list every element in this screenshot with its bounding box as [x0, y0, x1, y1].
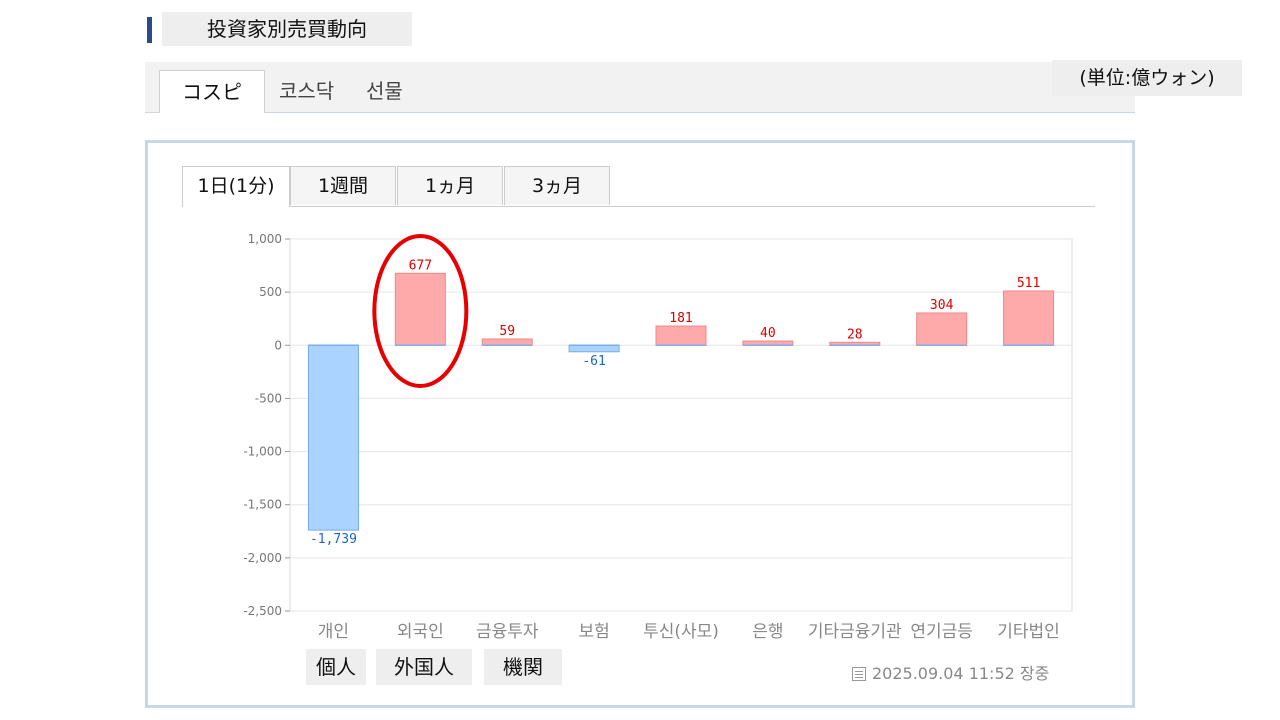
- data-label: 40: [760, 326, 776, 341]
- investor-bar-chart: 1,000 500 0 -500 -1,000 -1,500 -2,000 -2,500 -1…: [243, 232, 1073, 642]
- y-tick-label: -1,000: [243, 445, 282, 459]
- timestamp-text: 2025.09.04 11:52 장중: [872, 664, 1050, 683]
- data-label: 511: [1017, 276, 1040, 291]
- bar: [916, 312, 968, 346]
- bar: [568, 344, 620, 353]
- investor-label-institution: 機関: [484, 649, 562, 685]
- bar: [655, 325, 707, 346]
- data-label: 304: [930, 298, 954, 313]
- bar: [481, 338, 533, 346]
- category-label: 기타금융기관: [808, 622, 902, 642]
- bar: [1003, 290, 1055, 346]
- category-label: 개인: [318, 622, 349, 642]
- category-label: 보험: [578, 622, 609, 642]
- y-tick-label: -500: [255, 391, 282, 405]
- y-tick-label: 1,000: [248, 232, 282, 246]
- category-label: 외국인: [397, 622, 444, 642]
- bar: [307, 344, 359, 531]
- data-label: 677: [409, 258, 432, 273]
- category-label: 연기금등: [910, 622, 973, 642]
- data-label: 28: [847, 327, 863, 342]
- data-label: -1,739: [310, 532, 357, 547]
- category-label: 투신(사모): [643, 622, 719, 642]
- category-label: 기타법인: [997, 622, 1060, 642]
- timestamp: 2025.09.04 11:52 장중: [852, 660, 1049, 684]
- y-tick-label: -1,500: [243, 498, 282, 512]
- category-label: 금융투자: [476, 622, 539, 642]
- data-label: -61: [582, 354, 605, 369]
- y-tick-label: 500: [259, 285, 282, 299]
- data-label: 181: [669, 311, 692, 326]
- bar: [394, 272, 446, 346]
- investor-label-individual: 個人: [306, 649, 366, 685]
- category-label: 은행: [752, 622, 783, 642]
- data-label: 59: [499, 324, 515, 339]
- y-tick-label: 0: [274, 338, 282, 352]
- y-tick-label: -2,500: [243, 604, 282, 618]
- y-tick-label: -2,000: [243, 551, 282, 565]
- investor-label-foreign: 外国人: [376, 649, 472, 685]
- calendar-icon: [852, 667, 866, 681]
